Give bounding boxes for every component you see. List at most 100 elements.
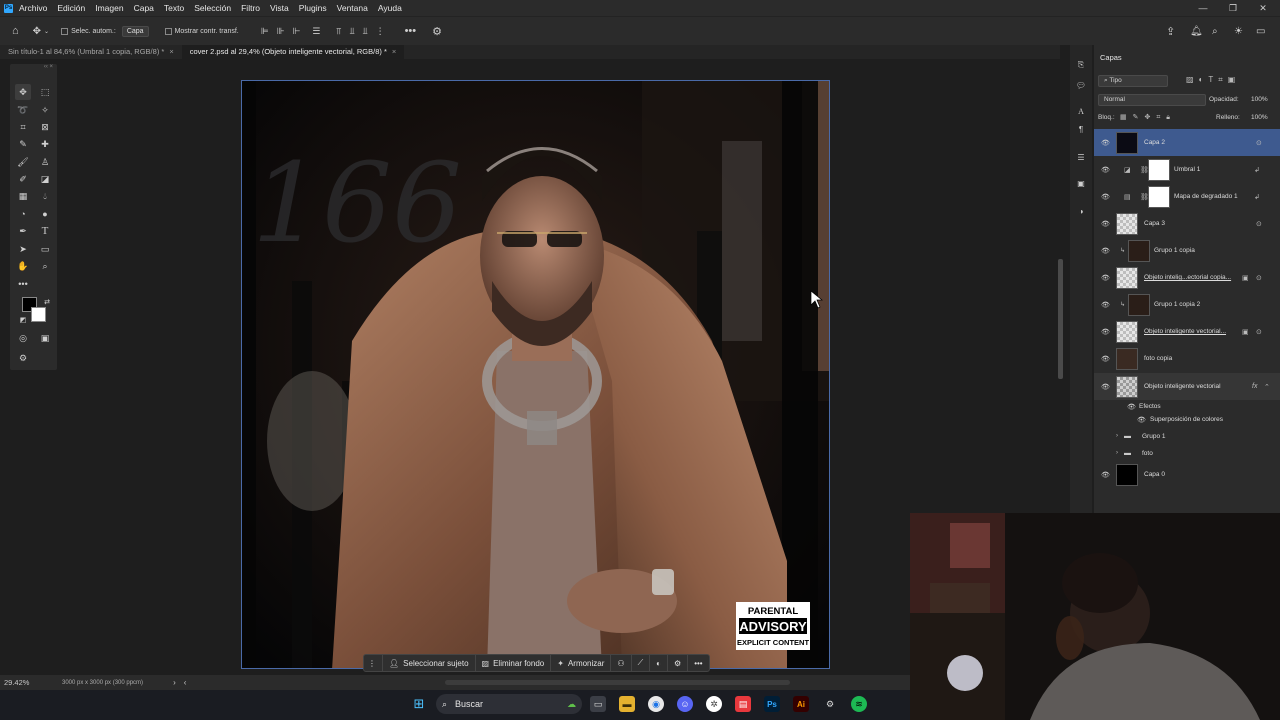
layer-filter-dropdown[interactable]: ⌕ Tipo xyxy=(1098,75,1168,87)
task-view-icon[interactable]: ▭ xyxy=(590,696,606,712)
eyedropper-icon[interactable]: ✎ xyxy=(15,136,31,152)
gear-icon[interactable]: ⚙ xyxy=(432,25,442,38)
menu-filtro[interactable]: Filtro xyxy=(241,3,260,13)
close-icon[interactable]: × xyxy=(169,47,173,56)
eye-icon[interactable]: 👁︎ xyxy=(1127,403,1136,411)
checkbox-icon[interactable] xyxy=(61,27,69,35)
eye-icon[interactable]: 👁︎ xyxy=(1101,247,1110,255)
layer-filter-icons[interactable]: ▨◐T⌗▣ xyxy=(1186,75,1240,85)
share-icon[interactable]: ⇪ xyxy=(1166,25,1175,38)
chevron-up-icon[interactable]: ⌃ xyxy=(1264,383,1270,391)
menu-edicion[interactable]: Edición xyxy=(57,3,85,13)
gradient-tool-icon[interactable]: ▦ xyxy=(15,188,31,204)
discord-icon[interactable]: ☺ xyxy=(677,696,693,712)
chevron-down-icon[interactable]: ⌄ xyxy=(44,28,49,35)
layer-row-capa-0[interactable]: 👁︎ Capa 0 xyxy=(1094,461,1280,488)
layer-row-objeto-copia[interactable]: 👁︎ Objeto intelig...ectorial copia... ▣ … xyxy=(1094,264,1280,291)
restore-icon[interactable]: ❐ xyxy=(1218,0,1248,16)
layer-effect-color-overlay[interactable]: 👁︎ Superposición de colores xyxy=(1094,413,1280,426)
more-icon[interactable]: ••• xyxy=(405,25,417,37)
distribute-icon[interactable]: ☰ xyxy=(312,26,320,37)
select-subject-button[interactable]: 👤︎ Seleccionar sujeto xyxy=(383,655,476,671)
search-icon[interactable]: ⌕ xyxy=(1212,26,1218,37)
bell-icon[interactable]: 🔔︎ xyxy=(1190,26,1203,37)
fx-icon[interactable]: fx xyxy=(1252,383,1257,390)
layer-row-objeto-vectorial-2[interactable]: 👁︎ Objeto inteligente vectorial... ▣ ⊙ xyxy=(1094,318,1280,345)
menu-capa[interactable]: Capa xyxy=(134,3,154,13)
remove-background-button[interactable]: ▨ Eliminar fondo xyxy=(476,655,552,671)
marquee-tool-icon[interactable]: ⬚ xyxy=(37,84,53,100)
history-brush-icon[interactable]: ✐ xyxy=(15,171,31,187)
magic-wand-icon[interactable]: ✧ xyxy=(37,102,53,118)
move-tool-icon[interactable]: ✥ xyxy=(33,26,41,37)
align-bottom-icon[interactable]: ⫫ xyxy=(363,26,368,37)
layer-row-umbral-1[interactable]: 👁︎ ◪ ⛓ Umbral 1 ↲ xyxy=(1094,156,1280,183)
chrome-icon[interactable]: ◉ xyxy=(648,696,664,712)
layer-row-foto-copia[interactable]: 👁︎ foto copia xyxy=(1094,345,1280,372)
align-middle-icon[interactable]: ⫫ xyxy=(349,26,354,37)
fill-value[interactable]: 100% xyxy=(1251,114,1268,121)
layer-row-objeto-vectorial[interactable]: 👁︎ Objeto inteligente vectorial fx ⌃ xyxy=(1094,373,1280,400)
harmonize-button[interactable]: ✦ Armonizar xyxy=(551,655,612,671)
distribute-vertical-icon[interactable]: ⋮ xyxy=(376,26,385,37)
menu-plugins[interactable]: Plugins xyxy=(299,3,327,13)
lock-icons[interactable]: ▦✎✥⌗🔒︎ xyxy=(1120,113,1176,122)
eye-icon[interactable]: 👁︎ xyxy=(1137,416,1146,424)
filter-icon[interactable]: ⚙ xyxy=(668,655,689,671)
pdf-icon[interactable]: ▤ xyxy=(735,696,751,712)
menu-imagen[interactable]: Imagen xyxy=(95,3,123,13)
spotify-icon[interactable]: ≋ xyxy=(851,696,867,712)
dodge-tool-icon[interactable]: ◔ xyxy=(15,206,31,222)
chevron-right-icon[interactable]: › xyxy=(173,678,176,687)
eye-icon[interactable]: 👁︎ xyxy=(1101,166,1110,174)
history-icon[interactable]: ⎘ xyxy=(1075,59,1087,71)
close-icon[interactable]: × xyxy=(392,47,396,56)
menu-archivo[interactable]: Archivo xyxy=(19,3,47,13)
menu-ventana[interactable]: Ventana xyxy=(337,3,368,13)
adjustments-icon[interactable]: ◑ xyxy=(1075,205,1087,217)
eye-icon[interactable]: 👁︎ xyxy=(1101,193,1110,201)
edit-toolbar-icon[interactable]: ⚙ xyxy=(15,350,31,366)
workspace-icon[interactable]: ▭ xyxy=(1256,26,1265,37)
steam-icon[interactable]: ⚙ xyxy=(822,696,838,712)
layer-row-capa-2[interactable]: 👁︎ Capa 2 ⊙ xyxy=(1094,129,1280,156)
eye-icon[interactable]: 👁︎ xyxy=(1101,139,1110,147)
photoshop-taskbar-icon[interactable]: Ps xyxy=(764,696,780,712)
rectangle-tool-icon[interactable]: ▭ xyxy=(37,241,53,257)
chevron-right-icon[interactable]: › xyxy=(1116,433,1118,439)
eye-icon[interactable]: 👁︎ xyxy=(1101,274,1110,282)
layer-row-mapa-degradado[interactable]: 👁︎ ▤ ⛓ Mapa de degradado 1 ↲ xyxy=(1094,183,1280,210)
stamp-tool-icon[interactable]: ♙ xyxy=(37,154,53,170)
crop-tool-icon[interactable]: ⌗ xyxy=(15,119,31,135)
minimize-icon[interactable]: — xyxy=(1188,0,1218,16)
layer-row-capa-3[interactable]: 👁︎ Capa 3 ⊙ xyxy=(1094,210,1280,237)
libraries-icon[interactable]: ▣ xyxy=(1075,177,1087,189)
eye-icon[interactable]: 👁︎ xyxy=(1101,383,1110,391)
eye-icon[interactable]: 👁︎ xyxy=(1101,220,1110,228)
layer-row-foto[interactable]: › ▬ foto xyxy=(1094,445,1280,461)
taskbar-search[interactable]: ⌕ Buscar ☁ xyxy=(436,694,582,714)
close-icon[interactable]: ✕ xyxy=(1248,0,1278,16)
swap-colors-icon[interactable]: ⇄ xyxy=(39,294,55,310)
checkbox-icon[interactable] xyxy=(164,27,172,35)
opacity-value[interactable]: 100% xyxy=(1251,96,1268,103)
layer-row-grupo-1-copia-2[interactable]: 👁︎ ↳ Grupo 1 copia 2 xyxy=(1094,291,1280,318)
type-tool-icon[interactable]: T xyxy=(37,223,53,239)
eye-icon[interactable]: 👁︎ xyxy=(1101,355,1110,363)
blur-tool-icon[interactable]: 💧︎ xyxy=(37,188,53,204)
tab-cover-2[interactable]: cover 2.psd al 29,4% (Objeto inteligente… xyxy=(181,45,405,59)
zoom-level[interactable]: 29.42% xyxy=(4,678,60,687)
sponge-tool-icon[interactable]: ● xyxy=(37,206,53,222)
hand-tool-icon[interactable]: ✋ xyxy=(15,258,31,274)
lightbulb-icon[interactable]: ☀ xyxy=(1234,26,1243,37)
menu-ayuda[interactable]: Ayuda xyxy=(378,3,402,13)
more-tools-icon[interactable]: ••• xyxy=(15,276,31,292)
transform-controls-checkbox[interactable]: Mostrar contr. transf. xyxy=(164,27,239,35)
character-icon[interactable]: A xyxy=(1075,105,1087,117)
more-icon[interactable]: ••• xyxy=(688,655,708,671)
move-tool-icon[interactable]: ✥ xyxy=(15,84,31,100)
default-colors-icon[interactable]: ◩ xyxy=(15,312,31,328)
properties-icon[interactable]: ☰ xyxy=(1075,151,1087,163)
eye-icon[interactable]: 👁︎ xyxy=(1101,471,1110,479)
mask-icon[interactable]: ⚇ xyxy=(611,655,632,671)
